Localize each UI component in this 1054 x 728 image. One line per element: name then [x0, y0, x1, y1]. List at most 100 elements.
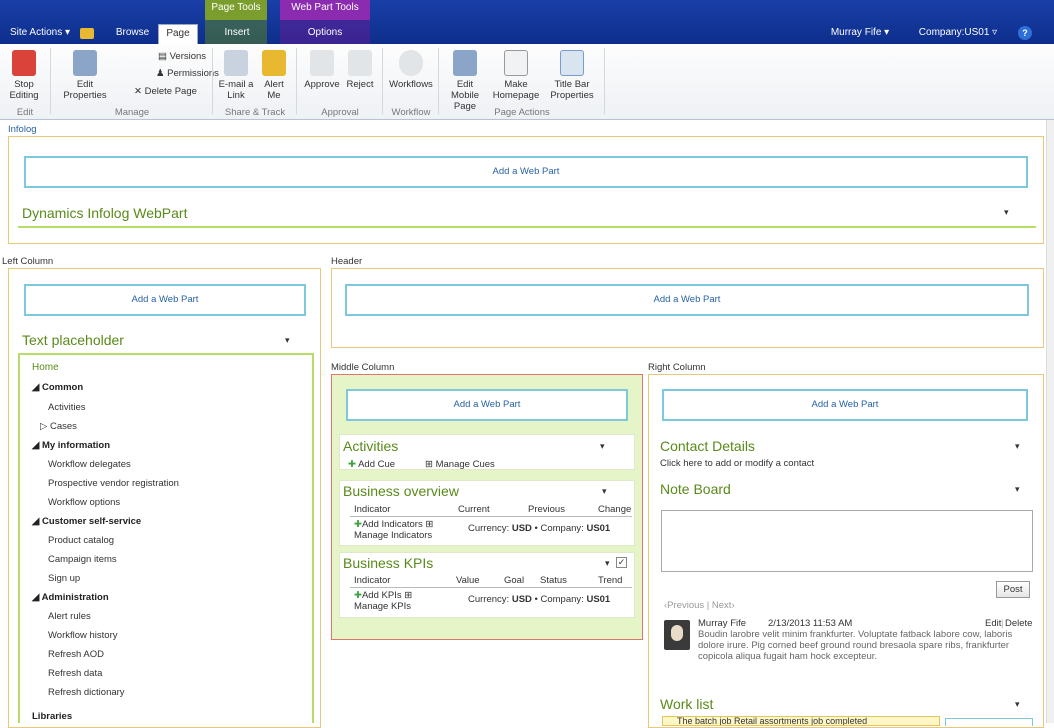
business-kpis-select-checkbox[interactable]: ✓	[616, 557, 627, 568]
workflows-button[interactable]: Workflows	[386, 50, 436, 90]
nav-libraries[interactable]: Libraries	[32, 711, 72, 722]
avatar[interactable]	[664, 620, 690, 650]
add-web-part-right[interactable]: Add a Web Part	[662, 389, 1028, 421]
bo-company-value: US01	[586, 523, 611, 534]
permissions-button[interactable]: ♟ Permissions	[156, 68, 219, 79]
business-overview-menu-chevron[interactable]: ▾	[602, 486, 607, 497]
email-link-button[interactable]: E-mail a Link	[218, 50, 254, 101]
navigate-up-icon[interactable]	[80, 28, 94, 39]
make-homepage-button[interactable]: Make Homepage	[490, 50, 542, 101]
add-icon: ✚	[354, 590, 362, 601]
work-list-item[interactable]: The batch job Retail assortments job com…	[662, 716, 940, 726]
zone-label-header: Header	[331, 256, 363, 267]
help-icon[interactable]: ?	[1018, 26, 1032, 40]
title-bar-properties-button[interactable]: Title Bar Properties	[544, 50, 600, 101]
nav-administration[interactable]: ◢ Administration	[32, 592, 109, 603]
bo-currency-info: Currency: USD • Company: US01	[468, 523, 611, 534]
nav-workflow-delegates[interactable]: Workflow delegates	[48, 459, 131, 470]
edit-properties-button[interactable]: Edit Properties	[60, 50, 110, 101]
post-button[interactable]: Post	[996, 581, 1030, 598]
alert-me-button[interactable]: Alert Me	[258, 50, 290, 101]
manage-kpis-link[interactable]: Manage KPIs	[354, 601, 411, 612]
manage-indicators-link[interactable]: Manage Indicators	[354, 530, 432, 541]
vertical-scrollbar[interactable]	[1046, 120, 1054, 723]
previous-link[interactable]: ‹Previous	[664, 600, 704, 611]
group-page-actions-label: Page Actions	[494, 107, 550, 118]
nav-prospective-vendor[interactable]: Prospective vendor registration	[48, 478, 179, 489]
tab-insert[interactable]: Insert	[212, 24, 262, 44]
group-manage-label: Manage	[114, 107, 150, 118]
site-actions-menu[interactable]: Site Actions ▾	[8, 24, 72, 44]
stop-editing-button[interactable]: Stop Editing	[2, 50, 46, 101]
business-kpis-title: Business KPIs	[343, 555, 434, 571]
company-selector[interactable]: Company:US01 ▿	[908, 24, 1008, 44]
nav-sign-up[interactable]: Sign up	[48, 573, 80, 584]
reject-label: Reject	[346, 79, 374, 90]
nav-workflow-history[interactable]: Workflow history	[48, 630, 118, 641]
nav-activities[interactable]: Activities	[48, 402, 85, 413]
note-board-menu-chevron[interactable]: ▾	[1015, 484, 1020, 495]
note-delete-link[interactable]: Delete	[1005, 618, 1032, 629]
nav-product-catalog[interactable]: Product catalog	[48, 535, 114, 546]
kpi-currency-value: USD	[511, 594, 532, 605]
kpi-col-indicator: Indicator	[354, 575, 391, 586]
kpi-company-label: Company:	[540, 594, 584, 605]
nav-refresh-data[interactable]: Refresh data	[48, 668, 102, 679]
add-kpis-link[interactable]: ✚Add KPIs ⊞	[354, 590, 412, 601]
delete-page-button[interactable]: ✕ Delete Page	[134, 86, 197, 97]
infolog-menu-chevron[interactable]: ▾	[1004, 207, 1009, 218]
add-web-part-left[interactable]: Add a Web Part	[24, 284, 306, 316]
infolog-title-underline	[18, 226, 1036, 228]
note-author-link[interactable]: Murray Fife	[698, 618, 746, 629]
stop-editing-label: Stop Editing	[9, 79, 39, 101]
nav-refresh-aod[interactable]: Refresh AOD	[48, 649, 104, 660]
note-edit-link[interactable]: Edit	[985, 618, 1001, 629]
manage-cues-link[interactable]: ⊞ Manage Cues	[425, 459, 495, 470]
nav-common[interactable]: ◢ Common	[32, 382, 83, 393]
nav-alert-rules[interactable]: Alert rules	[48, 611, 91, 622]
work-list-action-box[interactable]	[945, 718, 1033, 726]
text-placeholder-menu-chevron[interactable]: ▾	[285, 335, 290, 346]
nav-workflow-options[interactable]: Workflow options	[48, 497, 120, 508]
zone-label-right-column: Right Column	[648, 362, 706, 373]
versions-button[interactable]: ▤ Versions	[158, 51, 206, 62]
approve-button[interactable]: Approve	[302, 50, 342, 90]
activities-menu-chevron[interactable]: ▾	[600, 441, 605, 452]
bo-col-change: Change	[598, 504, 632, 515]
user-menu[interactable]: Murray Fife ▾	[820, 24, 900, 44]
nav-cases[interactable]: ▷ Cases	[40, 421, 77, 432]
contact-details-menu-chevron[interactable]: ▾	[1015, 441, 1020, 452]
kpi-currency-info: Currency: USD • Company: US01	[468, 594, 611, 605]
add-indicators-link[interactable]: ✚Add Indicators ⊞	[354, 519, 433, 530]
workflows-label: Workflows	[389, 79, 433, 90]
reject-icon	[348, 50, 372, 76]
nav-campaign-items[interactable]: Campaign items	[48, 554, 117, 565]
note-board-title: Note Board	[660, 481, 731, 497]
nav-home[interactable]: Home	[32, 362, 59, 373]
add-cue-link[interactable]: ✚ Add Cue	[348, 459, 395, 470]
add-indicators-label: Add Indicators	[361, 519, 423, 530]
add-web-part-middle[interactable]: Add a Web Part	[346, 389, 628, 421]
edit-mobile-page-button[interactable]: Edit Mobile Page	[442, 50, 488, 112]
next-link[interactable]: Next›	[712, 600, 735, 611]
stop-editing-icon	[12, 50, 36, 76]
reject-button[interactable]: Reject	[342, 50, 378, 90]
previous-label: Previous	[667, 600, 705, 611]
nav-my-information-label: My information	[41, 440, 111, 451]
contact-details-link[interactable]: Click here to add or modify a contact	[660, 458, 814, 469]
nav-customer-self-service[interactable]: ◢ Customer self-service	[32, 516, 141, 527]
tab-page[interactable]: Page	[158, 24, 198, 44]
group-edit-label: Edit	[16, 107, 34, 118]
nav-refresh-dictionary[interactable]: Refresh dictionary	[48, 687, 125, 698]
add-web-part-infolog[interactable]: Add a Web Part	[24, 156, 1028, 188]
add-web-part-header[interactable]: Add a Web Part	[345, 284, 1029, 316]
user-name: Murray Fife	[830, 27, 882, 38]
tab-browse[interactable]: Browse	[110, 24, 155, 44]
work-list-menu-chevron[interactable]: ▾	[1015, 699, 1020, 710]
nav-my-information[interactable]: ◢ My information	[32, 440, 110, 451]
add-icon: ✚	[354, 519, 362, 530]
business-kpis-menu-chevron[interactable]: ▾	[605, 558, 610, 569]
versions-label: Versions	[169, 51, 207, 62]
note-board-input[interactable]	[661, 510, 1033, 572]
tab-options[interactable]: Options	[295, 24, 355, 44]
